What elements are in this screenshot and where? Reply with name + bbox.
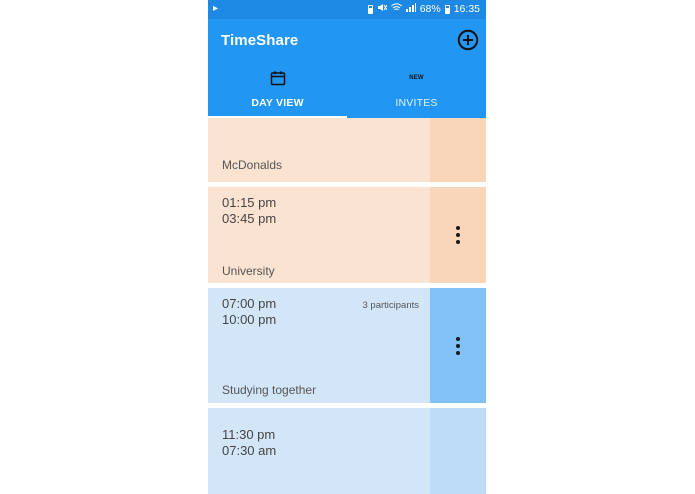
event-participants: 3 participants (362, 300, 419, 311)
event-end-time: 10:00 pm (222, 312, 277, 327)
add-event-button[interactable] (457, 29, 479, 51)
event-end-time: 03:45 pm (222, 211, 277, 226)
status-icons: 68% 16:35 (367, 3, 480, 15)
battery-percent: 68% (419, 3, 441, 15)
event-card[interactable]: McDonalds (208, 118, 486, 182)
event-card[interactable]: 01:15 pm 03:45 pm University (208, 187, 486, 283)
app-bar: TimeShare DAY VIEW NEW INVITES (208, 19, 486, 118)
event-card-side (430, 118, 486, 182)
event-start-time: 01:15 pm (222, 195, 277, 210)
tab-day-view[interactable]: DAY VIEW (208, 67, 347, 117)
tab-invites-label: INVITES (395, 97, 438, 109)
event-card-body: 11:30 pm 07:30 am (208, 408, 430, 494)
new-badge-icon: NEW (409, 75, 424, 81)
phone-screen: ▸ 68% 16:35 TimeShare DAY VIEW NEW INVIT… (208, 0, 486, 494)
event-location: University (222, 264, 275, 278)
event-card-body: 07:00 pm 10:00 pm 3 participants Studyin… (208, 288, 430, 403)
event-card-side (430, 288, 486, 403)
event-end-time: 07:30 am (222, 443, 277, 458)
more-vert-icon (456, 226, 460, 230)
more-vert-icon (456, 337, 460, 341)
event-menu-button[interactable] (430, 226, 486, 244)
status-bar: ▸ 68% 16:35 (208, 0, 486, 19)
event-card-side (430, 187, 486, 283)
event-location: McDonalds (222, 158, 283, 172)
signal-icon (405, 3, 416, 15)
event-card-side (430, 408, 486, 494)
event-list: McDonalds 01:15 pm 03:45 pm University 0… (208, 118, 486, 494)
clock: 16:35 (453, 3, 480, 15)
event-start-time: 07:00 pm (222, 296, 277, 311)
battery-icon (444, 4, 450, 14)
event-start-time: 11:30 pm (222, 427, 276, 442)
event-card-body: 01:15 pm 03:45 pm University (208, 187, 430, 283)
wifi-icon (390, 3, 402, 15)
mute-icon (377, 3, 388, 15)
app-title: TimeShare (221, 32, 299, 49)
event-card[interactable]: 11:30 pm 07:30 am (208, 408, 486, 494)
event-menu-button[interactable] (430, 337, 486, 355)
event-card-body: McDonalds (208, 118, 430, 182)
calendar-icon (270, 71, 285, 86)
tab-invites[interactable]: NEW INVITES (347, 67, 486, 117)
notification-icon: ▸ (213, 3, 219, 14)
add-circle-icon (457, 29, 479, 51)
tab-day-view-label: DAY VIEW (251, 97, 304, 109)
event-card[interactable]: 07:00 pm 10:00 pm 3 participants Studyin… (208, 288, 486, 403)
battery-saver-icon (367, 4, 373, 14)
event-location: Studying together (222, 383, 317, 397)
